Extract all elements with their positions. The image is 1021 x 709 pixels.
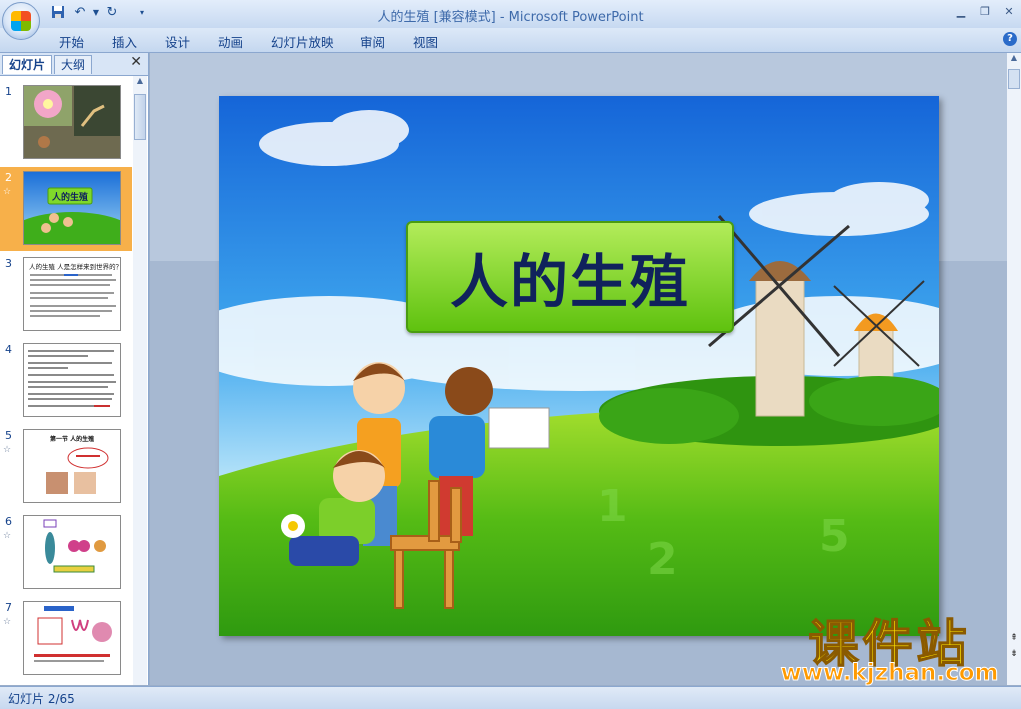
tab-outline[interactable]: 大纲 xyxy=(54,55,93,74)
close-panel-icon[interactable]: ✕ xyxy=(130,54,142,70)
thumb-title: 人的生殖 xyxy=(51,191,88,203)
deco-digit-5: 5 xyxy=(819,511,850,562)
office-button[interactable] xyxy=(2,2,40,40)
minimize-button[interactable]: ▁ xyxy=(950,4,972,20)
slide-title-box[interactable]: 人的生殖 xyxy=(406,221,734,333)
animation-star-icon: ☆ xyxy=(3,531,12,541)
slide-number: 6 xyxy=(5,515,12,528)
tab-view[interactable]: 视图 xyxy=(413,32,438,51)
tab-home[interactable]: 开始 xyxy=(59,32,84,51)
panel-tabs: 幻灯片 大纲 ✕ xyxy=(0,53,148,76)
animation-star-icon: ☆ xyxy=(3,187,12,197)
slide-preview xyxy=(23,85,121,159)
slide-number: 4 xyxy=(5,343,12,356)
slides-panel: 幻灯片 大纲 ✕ 1 2 ☆ 人的生殖 3 人的生殖 人是怎样来到世界的？ 4 … xyxy=(0,53,149,685)
slide-preview: 第一节 人的生殖 xyxy=(23,429,121,503)
slide-preview xyxy=(23,515,121,589)
slide-counter: 幻灯片 2/65 xyxy=(8,692,75,706)
slide-preview xyxy=(23,343,121,417)
slide-title[interactable]: 人的生殖 xyxy=(408,223,732,331)
slide-thumbnail-4[interactable]: 4 xyxy=(0,339,132,423)
office-logo-icon xyxy=(11,11,31,31)
slide-number: 2 xyxy=(5,171,12,184)
ribbon-tabs: 开始 插入 设计 动画 幻灯片放映 审阅 视图 ? xyxy=(0,28,1021,53)
thumb-text: 第一节 人的生殖 xyxy=(50,436,95,443)
scroll-up-icon[interactable]: ▲ xyxy=(1007,53,1021,67)
slide-number: 3 xyxy=(5,257,12,270)
tab-slideshow[interactable]: 幻灯片放映 xyxy=(271,32,334,51)
slide-thumbnail-3[interactable]: 3 人的生殖 人是怎样来到世界的？ xyxy=(0,253,132,337)
help-icon[interactable]: ? xyxy=(1003,32,1017,46)
tab-slides[interactable]: 幻灯片 xyxy=(2,55,53,74)
deco-digit-2: 2 xyxy=(647,534,678,585)
close-window-button[interactable]: ✕ xyxy=(998,4,1020,20)
tab-review[interactable]: 审阅 xyxy=(360,32,385,51)
tab-design[interactable]: 设计 xyxy=(165,32,190,51)
slide-thumbnail-5[interactable]: 5 ☆ 第一节 人的生殖 xyxy=(0,425,132,509)
slide-illustration: 1 2 5 xyxy=(219,96,939,636)
watermark-url: www.kjzhan.com xyxy=(780,660,999,687)
slide-thumbnail-1[interactable]: 1 xyxy=(0,81,132,165)
thumb-text: 人的生殖 人是怎样来到世界的？ xyxy=(29,263,121,271)
slide-thumbnail-7[interactable]: 7 ☆ xyxy=(0,597,132,681)
tab-insert[interactable]: 插入 xyxy=(112,32,137,51)
watermark: 课件站 www.kjzhan.com xyxy=(762,604,1017,688)
slide-preview: 人的生殖 xyxy=(23,171,121,245)
slide-number: 5 xyxy=(5,429,12,442)
slide-number: 1 xyxy=(5,85,12,98)
current-slide[interactable]: 1 2 5 人的生殖 xyxy=(219,96,939,636)
status-bar: 幻灯片 2/65 xyxy=(0,686,1021,709)
deco-digit-1: 1 xyxy=(597,481,628,532)
canvas-scrollbar[interactable]: ▲ ⇞ ⇟ xyxy=(1007,53,1021,685)
slide-thumbnail-6[interactable]: 6 ☆ xyxy=(0,511,132,595)
animation-star-icon: ☆ xyxy=(3,445,12,455)
tab-animation[interactable]: 动画 xyxy=(218,32,243,51)
title-bar: ↶ ▼ ↻ ▾ 人的生殖 [兼容模式] - Microsoft PowerPoi… xyxy=(0,0,1021,28)
scroll-up-icon[interactable]: ▲ xyxy=(133,76,147,90)
window-title: 人的生殖 [兼容模式] - Microsoft PowerPoint xyxy=(377,10,644,25)
restore-button[interactable]: ❐ xyxy=(974,4,996,20)
slides-scrollbar[interactable]: ▲ xyxy=(133,76,147,685)
slide-preview: 人的生殖 人是怎样来到世界的？ xyxy=(23,257,121,331)
slide-number: 7 xyxy=(5,601,12,614)
slide-thumbnail-2[interactable]: 2 ☆ 人的生殖 xyxy=(0,167,132,251)
scrollbar-thumb[interactable] xyxy=(1008,69,1020,89)
scrollbar-thumb[interactable] xyxy=(134,94,146,140)
slide-preview xyxy=(23,601,121,675)
animation-star-icon: ☆ xyxy=(3,617,12,627)
